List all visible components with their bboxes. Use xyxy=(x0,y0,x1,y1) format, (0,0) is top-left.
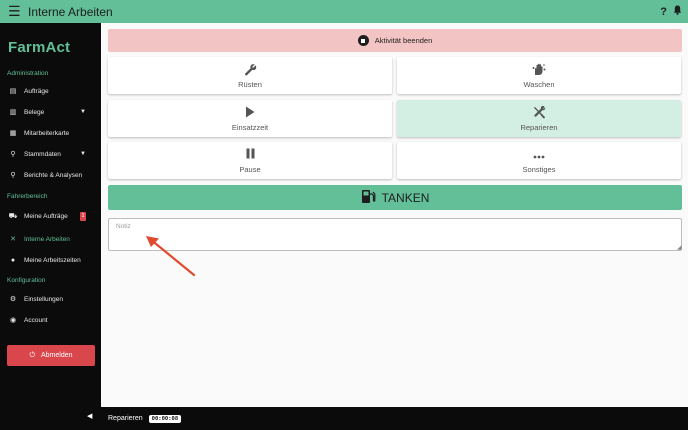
sidebar-item-einstellungen[interactable]: ⚙ Einstellungen xyxy=(8,292,96,306)
tile-label: Rüsten xyxy=(238,79,262,89)
sidebar-item-label: Interne Arbeiten xyxy=(24,235,70,243)
sidebar-item-interne-arbeiten[interactable]: ✕ Interne Arbeiten xyxy=(8,232,96,246)
more-dots-icon xyxy=(533,148,545,163)
tile-sonstiges[interactable]: Sonstiges xyxy=(397,142,681,179)
page-title: Interne Arbeiten xyxy=(28,4,113,19)
stop-activity-button[interactable]: Aktivität beenden xyxy=(108,29,682,52)
tile-pause[interactable]: Pause xyxy=(108,142,392,179)
sidebar: FarmAct Administration ▤ Aufträge ▥ Bele… xyxy=(0,23,101,430)
logout-button[interactable]: ⏻ Abmelden xyxy=(7,345,95,366)
gear-icon: ⚙ xyxy=(9,296,17,303)
sidebar-item-label: Belege xyxy=(24,108,45,116)
activity-timer: 00:00:08 xyxy=(148,414,182,423)
sidebar-item-label: Stammdaten xyxy=(24,150,61,158)
app-logo: FarmAct xyxy=(8,39,71,56)
sidebar-item-belege[interactable]: ▥ Belege ▼ xyxy=(8,105,96,119)
sidebar-item-berichte[interactable]: ⚲ Berichte & Analysen xyxy=(8,168,96,182)
tile-ruesten[interactable]: Rüsten xyxy=(108,57,392,94)
clipboard-icon: ▤ xyxy=(9,88,17,95)
resize-handle-icon[interactable]: ◢ xyxy=(677,244,682,251)
sidebar-item-label: Account xyxy=(24,316,48,324)
section-konfiguration: Konfiguration xyxy=(7,277,46,284)
tools-icon: ✕ xyxy=(10,236,16,243)
search-chart-icon: ⚲ xyxy=(10,172,16,179)
current-activity: Reparieren xyxy=(108,415,143,422)
sidebar-item-meine-auftraege[interactable]: ⛟ Meine Aufträge 1 xyxy=(8,209,96,223)
sidebar-item-label: Berichte & Analysen xyxy=(24,171,83,179)
tanken-button[interactable]: TANKEN xyxy=(108,185,682,210)
wrench-icon xyxy=(244,63,257,78)
chevron-down-icon: ▼ xyxy=(80,109,86,115)
tile-waschen[interactable]: Waschen xyxy=(397,57,681,94)
map-icon: ▦ xyxy=(9,130,17,137)
stop-activity-label: Aktivität beenden xyxy=(374,36,433,45)
stop-icon xyxy=(357,35,369,46)
sidebar-item-auftraege[interactable]: ▤ Aufträge xyxy=(8,84,96,98)
collapse-sidebar-icon[interactable]: ◀ xyxy=(87,412,92,420)
user-circle-icon: ◉ xyxy=(9,317,17,324)
count-badge: 1 xyxy=(80,211,86,221)
section-fahrerbereich: Fahrerbereich xyxy=(7,193,48,200)
sidebar-item-label: Aufträge xyxy=(24,87,49,95)
chevron-down-icon: ▼ xyxy=(80,151,86,157)
tile-label: Pause xyxy=(239,164,261,174)
tile-reparieren[interactable]: Reparieren xyxy=(397,100,681,137)
washing-hand-icon xyxy=(532,63,546,78)
sidebar-item-account[interactable]: ◉ Account xyxy=(8,313,96,327)
sidebar-item-label: Mitarbeiterkarte xyxy=(24,129,70,137)
tile-label: Sonstiges xyxy=(522,164,556,174)
tools-icon xyxy=(533,105,546,121)
annotation-arrow xyxy=(146,236,196,277)
tile-label: Waschen xyxy=(523,79,555,89)
help-icon[interactable]: ? xyxy=(660,6,667,18)
fuel-pump-icon xyxy=(361,189,376,207)
sidebar-item-label: Meine Aufträge xyxy=(24,212,68,220)
hierarchy-icon: ⚲ xyxy=(10,151,16,158)
tile-label: Einsatzzeit xyxy=(231,122,269,132)
sidebar-item-meine-arbeitszeiten[interactable]: ● Meine Arbeitszeiten xyxy=(8,253,96,267)
status-bar: Reparieren 00:00:08 xyxy=(101,407,688,430)
sidebar-item-label: Meine Arbeitszeiten xyxy=(24,256,81,264)
pause-icon xyxy=(246,148,255,163)
hamburger-menu-icon[interactable]: ☰ xyxy=(0,0,24,23)
power-icon: ⏻ xyxy=(29,351,35,359)
sidebar-item-label: Einstellungen xyxy=(24,295,64,303)
tile-label: Reparieren xyxy=(520,122,558,132)
sidebar-item-stammdaten[interactable]: ⚲ Stammdaten ▼ xyxy=(8,147,96,161)
user-clock-icon: ● xyxy=(10,256,16,264)
top-bar: ☰ Interne Arbeiten ? xyxy=(0,0,688,23)
notiz-placeholder: Notiz xyxy=(116,223,131,230)
tractor-icon: ⛟ xyxy=(8,212,18,220)
bell-icon[interactable] xyxy=(673,5,682,18)
main-content: Aktivität beenden Rüsten Waschen Einsatz… xyxy=(101,23,688,407)
tile-einsatzzeit[interactable]: Einsatzzeit xyxy=(108,100,392,137)
play-icon xyxy=(245,106,255,121)
document-icon: ▥ xyxy=(9,109,17,116)
logout-label: Abmelden xyxy=(41,352,73,359)
sidebar-item-mitarbeiterkarte[interactable]: ▦ Mitarbeiterkarte xyxy=(8,126,96,140)
tanken-label: TANKEN xyxy=(381,190,430,205)
section-administration: Administration xyxy=(7,70,49,77)
